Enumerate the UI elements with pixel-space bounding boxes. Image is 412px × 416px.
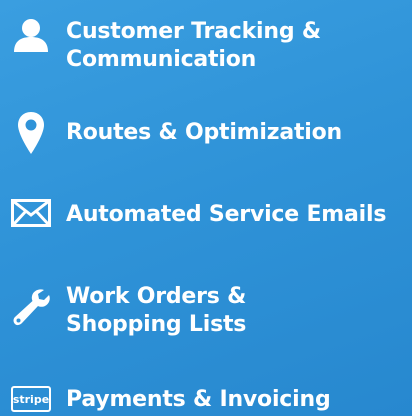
wrench-icon bbox=[8, 287, 54, 327]
envelope-icon bbox=[8, 199, 54, 227]
feature-work-orders: Work Orders & Shopping Lists bbox=[0, 275, 412, 345]
feature-customer-tracking: Customer Tracking & Communication bbox=[0, 6, 412, 76]
feature-routes: Routes & Optimization bbox=[0, 105, 412, 155]
feature-emails: Automated Service Emails bbox=[0, 195, 412, 235]
feature-payments: stripe Payments & Invoicing bbox=[0, 380, 412, 416]
feature-label: Automated Service Emails bbox=[66, 202, 387, 227]
user-icon bbox=[8, 18, 54, 54]
map-pin-icon bbox=[8, 110, 54, 156]
feature-label: Work Orders & Shopping Lists bbox=[66, 284, 247, 337]
stripe-badge: stripe bbox=[11, 386, 51, 412]
stripe-icon: stripe bbox=[8, 386, 54, 412]
feature-label: Customer Tracking & Communication bbox=[66, 19, 321, 72]
feature-label: Routes & Optimization bbox=[66, 120, 343, 145]
feature-label: Payments & Invoicing bbox=[66, 387, 331, 412]
